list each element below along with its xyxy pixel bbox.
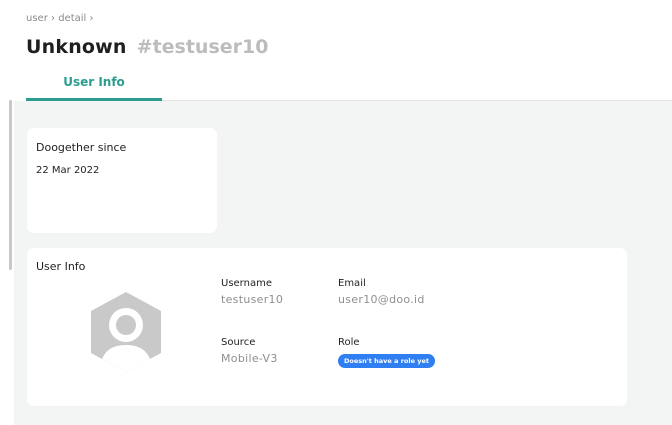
breadcrumb-item-detail[interactable]: detail (58, 13, 86, 24)
user-name: Unknown (26, 36, 127, 58)
left-panel-edge (0, 0, 14, 425)
source-label: Source (221, 337, 256, 348)
page-title: Unknown #testuser10 (26, 36, 268, 58)
email-value: user10@doo.id (338, 293, 425, 306)
user-id: #testuser10 (136, 36, 269, 58)
user-info-card: User Info Username testuser10 Email user… (27, 248, 627, 406)
user-info-card-title: User Info (36, 260, 86, 273)
role-label: Role (338, 337, 360, 348)
tab-user-info[interactable]: User Info (26, 72, 162, 99)
member-since-label: Doogether since (36, 141, 127, 154)
username-value: testuser10 (221, 293, 284, 306)
breadcrumb: user › detail › (26, 13, 93, 24)
page-header: user › detail › Unknown #testuser10 User … (14, 0, 672, 101)
breadcrumb-item-user[interactable]: user (26, 13, 48, 24)
role-badge: Doesn't have a role yet (338, 354, 436, 368)
user-avatar-placeholder-icon (86, 292, 166, 372)
tab-bar-divider (162, 100, 672, 101)
breadcrumb-separator: › (89, 13, 94, 24)
breadcrumb-separator: › (51, 13, 55, 24)
username-label: Username (221, 278, 272, 289)
source-value: Mobile-V3 (221, 352, 278, 365)
member-since-date: 22 Mar 2022 (36, 165, 100, 176)
scrollbar-thumb[interactable] (9, 100, 12, 270)
member-since-card: Doogether since 22 Mar 2022 (27, 128, 217, 233)
email-label: Email (338, 278, 366, 289)
page: user › detail › Unknown #testuser10 User … (0, 0, 672, 425)
active-tab-indicator (26, 98, 162, 101)
